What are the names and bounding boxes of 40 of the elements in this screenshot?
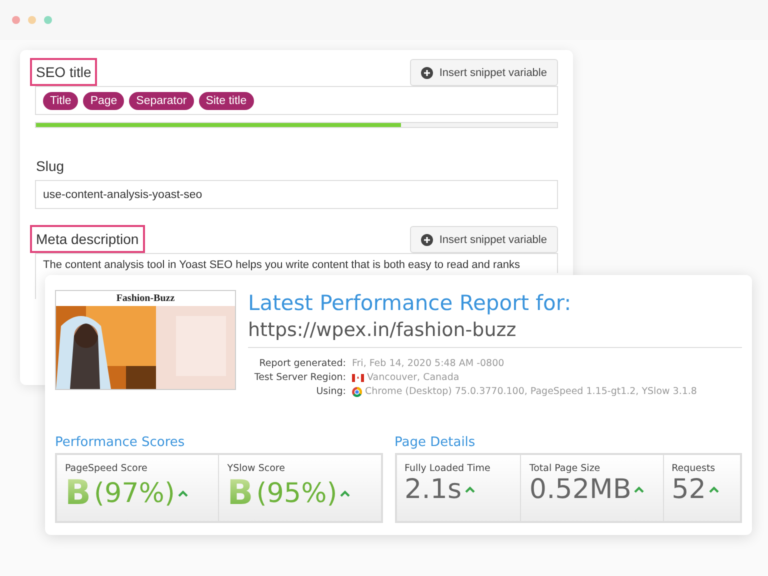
- info-label: Test Server Region:: [253, 372, 346, 383]
- info-value: Fri, Feb 14, 2020 5:48 AM -0800: [352, 358, 504, 369]
- plus-icon: [421, 234, 434, 246]
- browser-icon: [352, 386, 362, 396]
- info-value: Vancouver, Canada: [367, 372, 460, 383]
- insert-snippet-button[interactable]: Insert snippet variable: [410, 226, 558, 253]
- info-label: Report generated:: [258, 358, 346, 369]
- meta-description-label: Meta description: [30, 225, 145, 253]
- report-url: https://wpex.in/fashion-buzz: [248, 319, 742, 348]
- detail-label: Total Page Size: [529, 463, 602, 474]
- insert-snippet-button[interactable]: Insert snippet variable: [410, 59, 558, 86]
- meta-description-field[interactable]: The content analysis tool in Yoast SEO helps you write content that is both easy to read and ranks: [35, 253, 558, 273]
- snippet-chip[interactable]: Title: [43, 92, 78, 110]
- window-dot: [12, 16, 20, 24]
- flag-icon: [352, 374, 364, 382]
- slug-field[interactable]: use-content-analysis-yoast-seo: [35, 180, 558, 209]
- detail-value: 0.52MB: [529, 476, 632, 503]
- section-heading: Performance Scores: [55, 435, 186, 450]
- seo-title-label: SEO title: [30, 58, 98, 86]
- snippet-chip[interactable]: Page: [83, 92, 124, 110]
- snippet-chip[interactable]: Site title: [198, 92, 254, 110]
- section-heading: Page Details: [394, 435, 476, 450]
- detail-value: 2.1s: [404, 476, 462, 503]
- plus-icon: [421, 66, 434, 78]
- window-dot: [28, 16, 36, 24]
- score-label: YSlow Score: [227, 463, 286, 474]
- score-percent: (97%): [94, 480, 176, 506]
- slug-label: Slug: [35, 157, 66, 176]
- site-name: Fashion-Buzz: [115, 292, 176, 306]
- detail-label: Requests: [672, 463, 716, 474]
- detail-value: 52: [672, 476, 706, 503]
- score-percent: (95%): [256, 480, 338, 506]
- info-label: Using:: [315, 386, 346, 397]
- report-title: Latest Performance Report for:: [248, 291, 572, 315]
- window-dot: [44, 16, 52, 24]
- detail-label: Fully Loaded Time: [404, 463, 492, 474]
- snippet-chip[interactable]: Separator: [129, 92, 194, 110]
- info-value: Chrome (Desktop) 75.0.3770.100, PageSpeed 1.15-gt1.2, YSlow 3.1.8: [365, 386, 697, 397]
- score-label: PageSpeed Score: [65, 463, 148, 474]
- seo-title-field[interactable]: Title Page Separator Site title: [35, 86, 558, 115]
